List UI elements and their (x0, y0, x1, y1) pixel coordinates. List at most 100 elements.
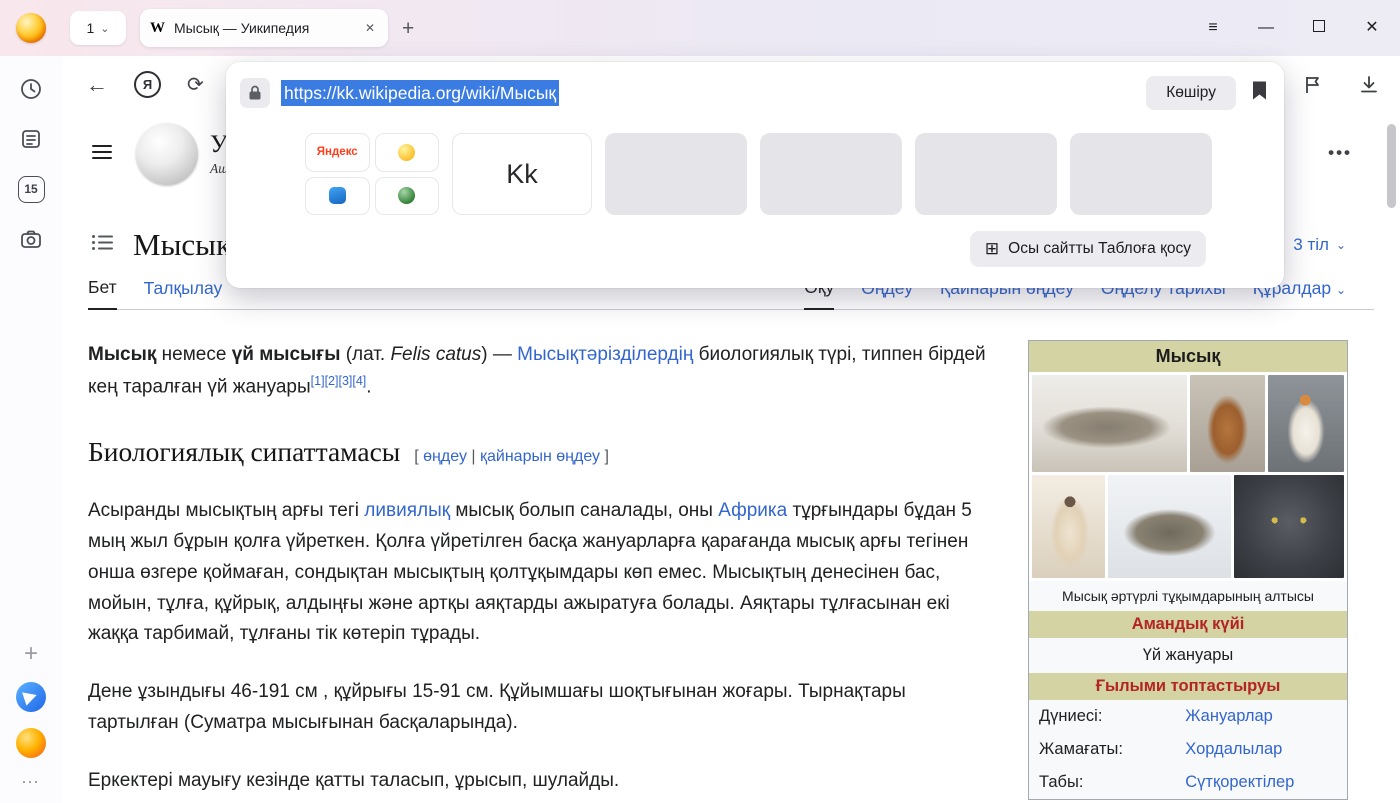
maximize-button[interactable] (1309, 20, 1329, 36)
tile-kk-wikipedia[interactable]: Kk (452, 133, 592, 215)
extensions-icon[interactable] (1302, 74, 1324, 96)
cat-photo-siamese[interactable] (1032, 475, 1105, 578)
tab-title: Мысық — Уикипедия (174, 20, 353, 36)
tile-mail[interactable] (305, 177, 370, 216)
infobox-title: Мысық (1029, 341, 1347, 372)
tab-close-icon[interactable]: ✕ (362, 19, 378, 37)
paragraph-3: Еркектері мауығу кезінде қатты таласып, … (88, 766, 993, 797)
ref-2[interactable]: [2] (325, 374, 339, 388)
taxonomy-label: Дүниесі: (1029, 700, 1175, 733)
reload-button[interactable]: ⟳ (187, 72, 204, 97)
tile-market[interactable] (375, 177, 440, 216)
maximize-icon (1313, 20, 1325, 32)
paragraph-1: Асыранды мысықтың арғы тегі ливиялық мыс… (88, 496, 993, 650)
infobox-caption: Мысық әртүрлі тұқымдарының алтысы (1029, 581, 1347, 611)
kk-tile-label: Kk (506, 159, 538, 190)
sidebar-bottom: + ⋯ (16, 642, 46, 803)
address-input[interactable]: https://kk.wikipedia.org/wiki/Мысық (281, 83, 559, 104)
edit-separator: | (467, 448, 480, 465)
bookmark-icon[interactable] (1251, 80, 1268, 106)
link-animalia[interactable]: Жануарлар (1185, 707, 1273, 725)
download-icon[interactable] (1358, 74, 1380, 96)
mail-icon (329, 187, 346, 204)
tile-yandex[interactable]: Яндекс (305, 133, 370, 172)
ref-4[interactable]: [4] (352, 374, 366, 388)
chevron-down-icon: ⌄ (100, 22, 109, 35)
link-felidae[interactable]: Мысықтәрізділердің (517, 344, 693, 365)
infobox-photos (1029, 372, 1347, 581)
cat-photo-abyssinian[interactable] (1190, 375, 1265, 472)
tab-counter-button[interactable]: 1 ⌄ (70, 11, 126, 45)
languages-label: 3 тіл (1293, 235, 1329, 255)
taxonomy-table: Дүниесі: Жануарлар Жамағаты: Хордалылар … (1029, 700, 1347, 799)
copy-url-button[interactable]: Көшіру (1146, 76, 1236, 110)
link-africa[interactable]: Африка (718, 500, 787, 521)
page-scrollbar[interactable] (1386, 120, 1398, 797)
history-icon[interactable] (16, 74, 46, 104)
intro-text-5: . (366, 376, 371, 397)
sidebar-add-button[interactable]: + (24, 642, 38, 666)
yandex-browser-icon[interactable] (16, 682, 46, 712)
infobox-status-value: Үй жануары (1029, 638, 1347, 673)
back-button[interactable]: ← (86, 72, 108, 98)
intro-bold-2: үй мысығы (232, 344, 341, 365)
chevron-down-icon: ⌄ (1336, 238, 1346, 252)
wikipedia-logo[interactable] (136, 123, 198, 185)
sidebar-overflow-icon[interactable]: ⋯ (21, 772, 41, 793)
section-heading-row: Биологиялық сипаттамасы [ өңдеу | қайнар… (88, 430, 993, 475)
empty-tile-3[interactable] (915, 133, 1057, 215)
p1-text-1: Асыранды мысықтың арғы тегі (88, 500, 364, 521)
cat-photo-tabby-walking[interactable] (1108, 475, 1230, 578)
browser-tab[interactable]: W Мысық — Уикипедия ✕ (140, 9, 388, 47)
cat-photo-tabby-lying[interactable] (1032, 375, 1187, 472)
toolbar-right-icons (1302, 74, 1380, 96)
ref-1[interactable]: [1] (311, 374, 325, 388)
screenshot-icon[interactable] (16, 224, 46, 254)
link-chordata[interactable]: Хордалылар (1185, 740, 1282, 758)
p1-text-2: мысық болып саналады, оны (450, 500, 718, 521)
profile-avatar[interactable] (16, 13, 46, 43)
empty-tile-1[interactable] (605, 133, 747, 215)
close-button[interactable]: ✕ (1362, 20, 1382, 36)
tab-talk[interactable]: Талқылау (144, 278, 223, 309)
infobox-taxonomy-header: Ғылыми топтастыруы (1029, 673, 1347, 700)
sidebar: 15 + ⋯ (0, 56, 62, 803)
new-tab-button[interactable]: + (402, 18, 414, 39)
link-mammalia[interactable]: Сүтқоректілер (1185, 773, 1294, 791)
feed-icon[interactable] (16, 124, 46, 154)
bracket-open: [ (414, 448, 423, 465)
yandex-search-icon[interactable]: Я (134, 71, 161, 98)
minimize-button[interactable]: — (1256, 20, 1276, 36)
languages-button[interactable]: 3 тіл ⌄ (1293, 235, 1346, 255)
ref-3[interactable]: [3] (338, 374, 352, 388)
main-menu-icon[interactable] (92, 144, 112, 165)
tile-zen[interactable] (375, 133, 440, 172)
counter-badge[interactable]: 15 (16, 174, 46, 204)
table-row: Дүниесі: Жануарлар (1029, 700, 1347, 733)
edit-link[interactable]: өңдеу (423, 448, 467, 465)
lock-icon[interactable] (240, 78, 270, 108)
yandex-service-icon[interactable] (16, 728, 46, 758)
p1-text-3: тұрғындары бұдан 5 мың жыл бұрын қолға ү… (88, 500, 972, 644)
contents-icon[interactable] (92, 234, 113, 256)
cat-photo-white-orange[interactable] (1268, 375, 1345, 472)
chevron-down-icon: ⌄ (1336, 283, 1346, 297)
infobox: Мысық Мысық әртүрлі тұқымдарының алтысы … (1028, 340, 1348, 800)
browser-menu-icon[interactable]: ≡ (1203, 20, 1223, 36)
empty-tile-2[interactable] (760, 133, 902, 215)
edit-source-link[interactable]: қайнарын өңдеу (480, 448, 600, 465)
cat-photo-gray-closeup[interactable] (1234, 475, 1344, 578)
scrollbar-thumb[interactable] (1387, 124, 1396, 208)
header-more-icon[interactable]: ••• (1328, 143, 1352, 163)
tablo-tiles: Яндекс Kk (305, 133, 1284, 215)
add-row: ⊞ Осы сайтты Таблоға қосу (226, 231, 1284, 267)
add-to-tablo-button[interactable]: ⊞ Осы сайтты Таблоға қосу (970, 231, 1206, 267)
link-libyan-cat[interactable]: ливиялық (364, 500, 450, 521)
empty-tile-4[interactable] (1070, 133, 1212, 215)
badge-count: 15 (18, 176, 45, 203)
article-body: Мысық немесе үй мысығы (лат. Felis catus… (88, 340, 1348, 803)
intro-paragraph: Мысық немесе үй мысығы (лат. Felis catus… (88, 340, 993, 403)
url-dropdown-popup: https://kk.wikipedia.org/wiki/Мысық Көші… (226, 62, 1284, 288)
infobox-status-header: Амандық күйі (1029, 611, 1347, 638)
tab-page[interactable]: Бет (88, 277, 117, 310)
